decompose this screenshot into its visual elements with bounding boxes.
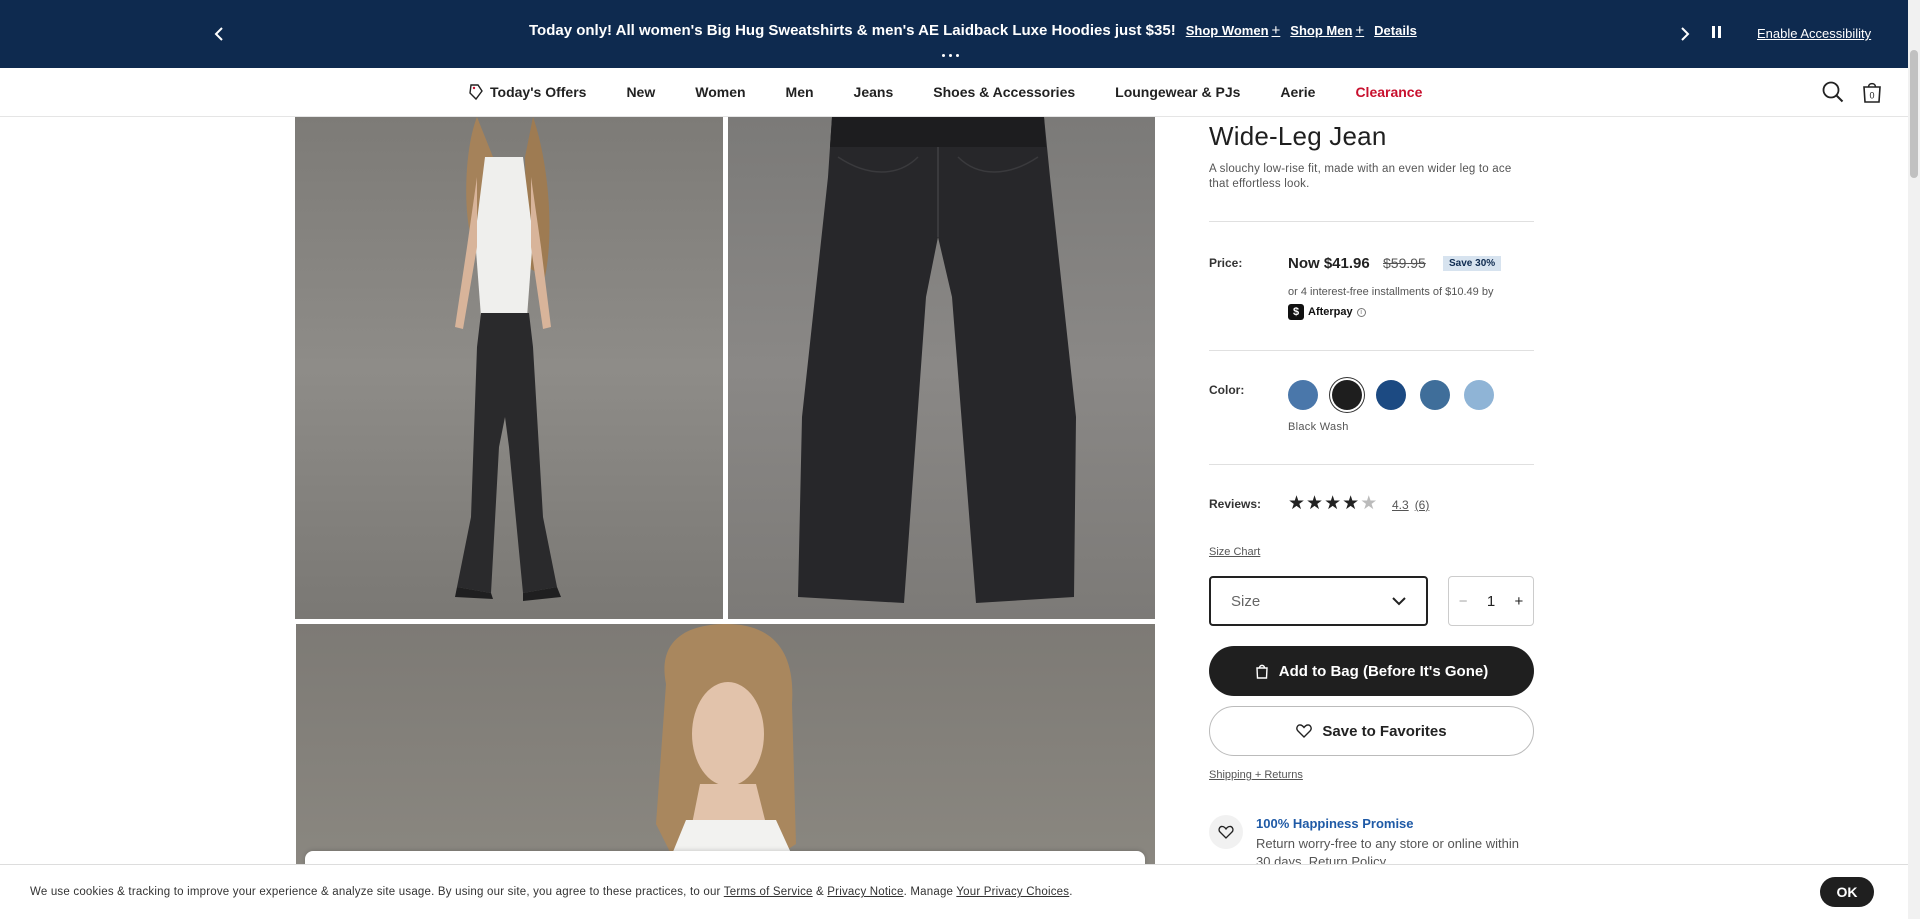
star-icon: ★ <box>1342 493 1360 514</box>
main-nav: Today's Offers New Women Men Jeans Shoes… <box>0 68 1920 117</box>
enable-accessibility-link[interactable]: Enable Accessibility <box>1757 26 1871 41</box>
star-icon: ★ <box>1324 493 1342 514</box>
terms-of-service-link[interactable]: Terms of Service <box>724 886 813 898</box>
price-original: $59.95 <box>1383 255 1426 271</box>
color-swatch-selected[interactable] <box>1332 380 1362 410</box>
quantity-stepper: − 1 + <box>1448 576 1534 626</box>
happiness-promise-title[interactable]: 100% Happiness Promise <box>1256 816 1414 831</box>
star-icon: ★ <box>1288 493 1306 514</box>
promo-message-row: Today only! All women's Big Hug Sweatshi… <box>529 22 1417 39</box>
reviews-label: Reviews: <box>1209 497 1262 511</box>
page-scrollbar[interactable] <box>1908 0 1920 919</box>
chevron-left-icon <box>214 27 223 41</box>
cookie-ok-button[interactable]: OK <box>1820 877 1874 907</box>
afterpay-logo-icon: $ <box>1288 304 1304 320</box>
cookie-banner: We use cookies & tracking to improve you… <box>0 864 1908 919</box>
price-label: Price: <box>1209 256 1243 270</box>
product-image-back[interactable] <box>295 117 723 619</box>
nav-item-women[interactable]: Women <box>695 84 745 100</box>
color-swatch[interactable] <box>1288 380 1318 410</box>
cookie-text: We use cookies & tracking to improve you… <box>30 886 1073 898</box>
afterpay-label: Afterpay <box>1308 306 1353 318</box>
shop-men-link[interactable]: Shop Men + <box>1290 22 1364 39</box>
nav-item-new[interactable]: New <box>626 84 655 100</box>
size-placeholder: Size <box>1231 592 1261 610</box>
plus-icon: + <box>1355 22 1365 39</box>
color-label: Color: <box>1209 383 1245 397</box>
nav-items: Today's Offers New Women Men Jeans Shoes… <box>468 83 1462 101</box>
nav-item-jeans[interactable]: Jeans <box>854 84 894 100</box>
nav-item-shoes-accessories[interactable]: Shoes & Accessories <box>933 84 1075 100</box>
color-swatch[interactable] <box>1376 380 1406 410</box>
price-now: Now $41.96 <box>1288 255 1370 272</box>
nav-item-loungewear[interactable]: Loungewear & PJs <box>1115 84 1240 100</box>
rating-value[interactable]: 4.3 <box>1392 498 1409 512</box>
divider <box>1209 350 1534 351</box>
bag-icon <box>1256 664 1268 679</box>
privacy-notice-link[interactable]: Privacy Notice <box>827 886 903 898</box>
promo-next-button[interactable] <box>1673 22 1697 46</box>
save-badge: Save 30% <box>1443 256 1502 271</box>
heart-icon <box>1296 724 1313 738</box>
color-swatch[interactable] <box>1464 380 1494 410</box>
shopping-bag-icon[interactable]: 0 <box>1860 80 1884 104</box>
star-icon: ★ <box>1306 493 1324 514</box>
product-image-model[interactable] <box>296 624 1155 864</box>
divider <box>1209 221 1534 222</box>
carousel-dots <box>942 54 959 57</box>
color-swatch[interactable] <box>1420 380 1450 410</box>
quantity-increase-button[interactable]: + <box>1515 593 1524 610</box>
star-half-icon: ★ <box>1360 493 1378 514</box>
save-to-favorites-button[interactable]: Save to Favorites <box>1209 706 1534 756</box>
selected-color-name: Black Wash <box>1288 421 1349 433</box>
scrollbar-thumb[interactable] <box>1910 50 1918 178</box>
review-count[interactable]: (6) <box>1415 498 1430 512</box>
rating-summary[interactable]: 4.3 (6) <box>1392 498 1429 512</box>
nav-item-men[interactable]: Men <box>786 84 814 100</box>
product-description: A slouchy low-rise fit, made with an eve… <box>1209 163 1512 190</box>
quantity-decrease-button[interactable]: − <box>1459 593 1468 610</box>
chevron-right-icon <box>1681 27 1690 41</box>
promo-banner: Today only! All women's Big Hug Sweatshi… <box>0 0 1920 68</box>
shipping-returns-link[interactable]: Shipping + Returns <box>1209 769 1303 781</box>
divider <box>1209 464 1534 465</box>
size-select[interactable]: Size <box>1209 576 1428 626</box>
promo-prev-button[interactable] <box>207 22 231 46</box>
afterpay-link[interactable]: $ Afterpay i <box>1288 304 1366 320</box>
shop-women-link[interactable]: Shop Women + <box>1186 22 1281 39</box>
promo-message: Today only! All women's Big Hug Sweatshi… <box>529 22 1176 39</box>
pause-icon[interactable] <box>1712 26 1724 39</box>
size-chart-link[interactable]: Size Chart <box>1209 546 1260 558</box>
add-to-bag-button[interactable]: Add to Bag (Before It's Gone) <box>1209 646 1534 696</box>
product-title: Wide-Leg Jean <box>1209 121 1387 151</box>
quantity-value: 1 <box>1486 592 1496 610</box>
heart-handshake-icon <box>1209 815 1243 849</box>
nav-item-todays-offers[interactable]: Today's Offers <box>468 83 586 101</box>
search-icon[interactable] <box>1822 81 1844 103</box>
privacy-choices-link[interactable]: Your Privacy Choices <box>956 886 1069 898</box>
details-link[interactable]: Details <box>1374 23 1417 38</box>
chevron-down-icon <box>1392 596 1406 605</box>
color-swatches <box>1288 380 1494 410</box>
star-rating[interactable]: ★ ★ ★ ★ ★ <box>1288 494 1377 513</box>
info-icon[interactable]: i <box>1356 307 1366 317</box>
nav-item-clearance[interactable]: Clearance <box>1355 84 1422 100</box>
plus-icon: + <box>1271 22 1281 39</box>
bag-count: 0 <box>1869 91 1874 101</box>
installments-text: or 4 interest-free installments of $10.4… <box>1288 286 1494 298</box>
tag-icon <box>469 84 483 101</box>
nav-item-aerie[interactable]: Aerie <box>1280 84 1315 100</box>
product-image-flat[interactable] <box>728 117 1155 619</box>
